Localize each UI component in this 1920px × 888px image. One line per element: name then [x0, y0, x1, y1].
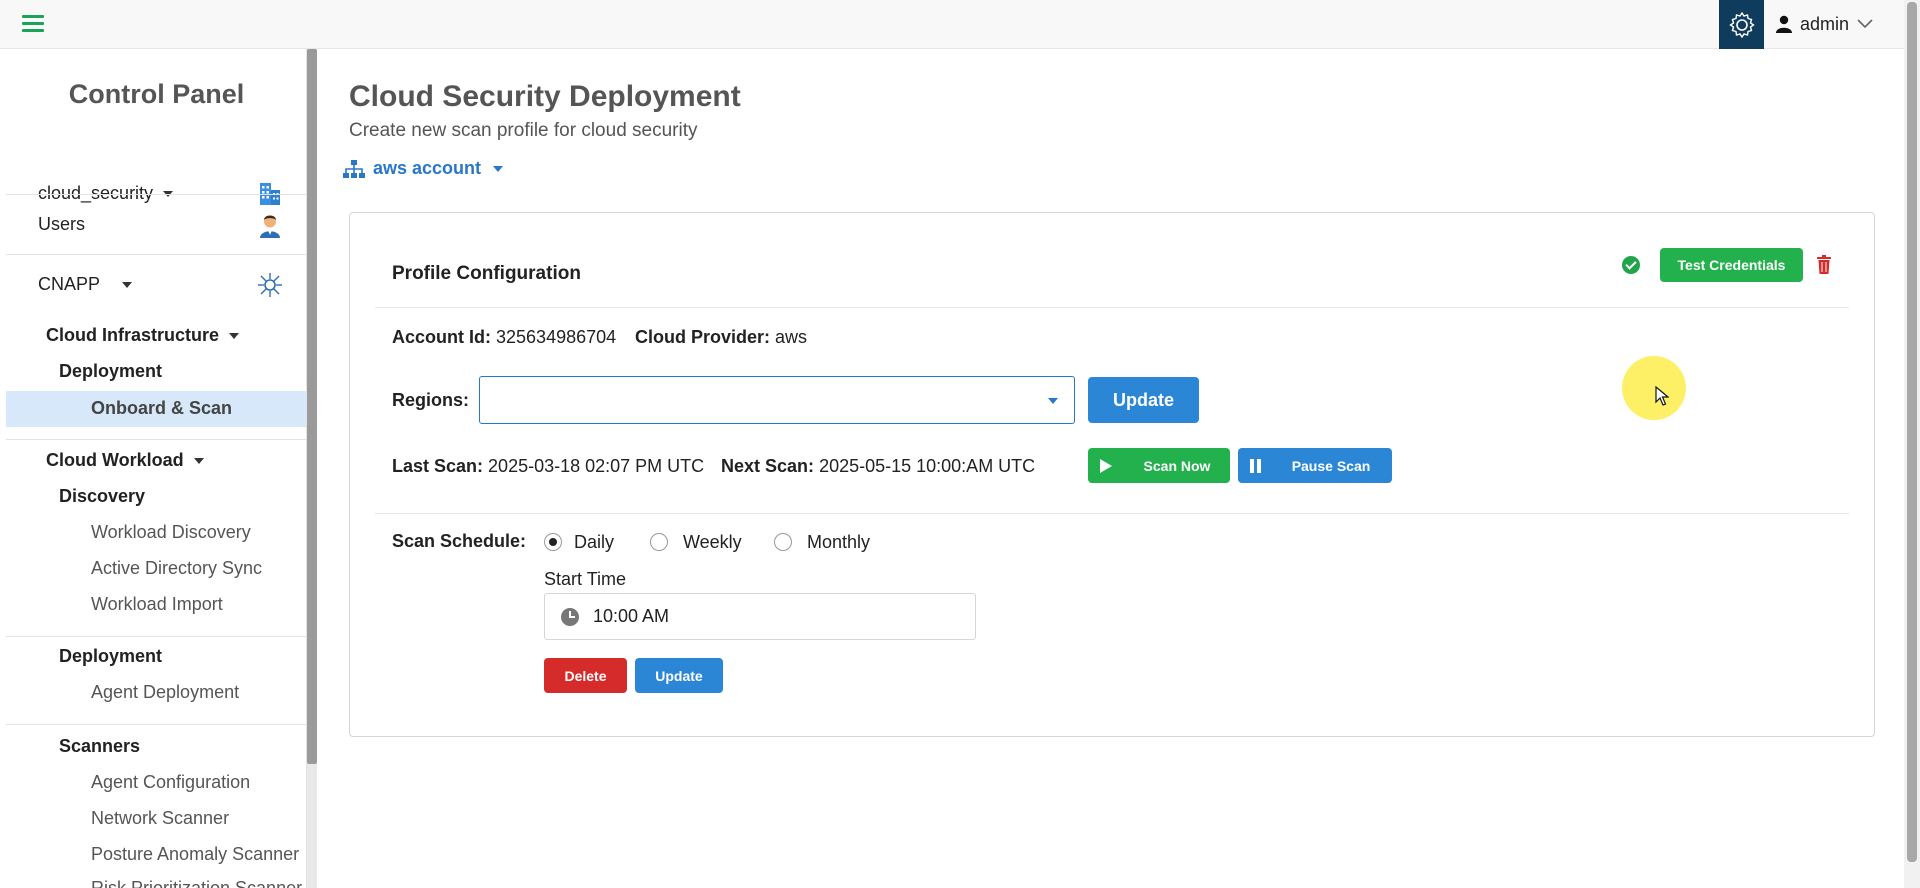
- next-scan-value: 2025-05-15 10:00:AM UTC: [819, 456, 1036, 476]
- cnapp-hub-icon: [258, 273, 282, 297]
- nav-group-label: Cloud Workload: [46, 450, 184, 470]
- nav-section-deployment: Deployment: [59, 361, 163, 381]
- page-title: Cloud Security Deployment: [349, 80, 741, 113]
- sidebar-item-label: Users: [38, 214, 86, 234]
- page-subtitle: Create new scan profile for cloud securi…: [349, 120, 698, 141]
- caret-down-icon: [193, 458, 204, 465]
- schedule-delete-button[interactable]: Delete: [544, 658, 627, 693]
- radio-daily-label: Daily: [574, 532, 615, 552]
- top-bar: admin: [0, 0, 1904, 49]
- caret-down-icon: [493, 165, 504, 172]
- nav-group-cloud-workload[interactable]: Cloud Workload: [46, 450, 204, 471]
- profile-configuration-title: Profile Configuration: [392, 263, 581, 284]
- next-scan-info: Next Scan: 2025-05-15 10:00:AM UTC: [721, 456, 1035, 477]
- nav-group-cloud-infrastructure[interactable]: Cloud Infrastructure: [46, 325, 240, 346]
- sidebar-title: Control Panel: [68, 79, 245, 109]
- divider: [6, 636, 306, 637]
- gear-icon: [1728, 11, 1755, 38]
- sidebar: Control Panel cloud_security Users CNAPP…: [6, 49, 307, 888]
- account-info: Account Id: 325634986704: [392, 327, 616, 348]
- radio-weekly[interactable]: [650, 533, 668, 551]
- chevron-down-icon: [1857, 19, 1873, 29]
- nav-item-workload-import[interactable]: Workload Import: [91, 594, 223, 615]
- radio-weekly-label: Weekly: [683, 532, 742, 552]
- scan-now-label: Scan Now: [1143, 457, 1211, 474]
- radio-daily[interactable]: [544, 533, 562, 551]
- settings-button[interactable]: [1719, 0, 1764, 49]
- user-menu[interactable]: admin: [1776, 12, 1873, 36]
- user-avatar-icon: [260, 215, 280, 238]
- sidebar-item-cnapp[interactable]: CNAPP: [6, 255, 306, 314]
- caret-down-icon: [229, 333, 240, 340]
- cursor-highlight: [1622, 356, 1686, 420]
- hamburger-icon[interactable]: [22, 15, 44, 33]
- page-scrollbar-thumb[interactable]: [1907, 2, 1917, 862]
- mouse-pointer-icon: [1655, 386, 1669, 406]
- nav-section-deployment: Deployment: [59, 646, 163, 666]
- regions-label: Regions:: [392, 390, 470, 410]
- pause-scan-label: Pause Scan: [1291, 457, 1371, 474]
- start-time-input[interactable]: 10:00 AM: [544, 593, 976, 640]
- account-selector-label: aws account: [373, 158, 482, 178]
- cloud-provider-value: aws: [775, 327, 808, 347]
- pause-icon: [1250, 459, 1261, 473]
- account-selector[interactable]: aws account: [343, 158, 504, 179]
- divider: [6, 724, 306, 725]
- user-name: admin: [1800, 13, 1850, 34]
- nav-group-label: Cloud Infrastructure: [46, 325, 220, 345]
- next-scan-label: Next Scan:: [721, 456, 815, 476]
- nav-section-scanners: Scanners: [59, 736, 141, 756]
- play-icon: [1100, 459, 1112, 473]
- nav-item-agent-configuration[interactable]: Agent Configuration: [91, 772, 250, 793]
- cloud-provider-info: Cloud Provider: aws: [635, 327, 807, 348]
- clock-icon: [561, 608, 579, 626]
- divider: [6, 439, 306, 440]
- nav-item-risk-prioritization-scanner[interactable]: Risk Prioritization Scanner: [91, 878, 302, 888]
- nav-item-ad-sync[interactable]: Active Directory Sync: [91, 558, 262, 579]
- sidebar-scrollbar-thumb[interactable]: [307, 49, 317, 764]
- sidebar-item-users[interactable]: Users: [6, 195, 306, 254]
- nav-item-network-scanner[interactable]: Network Scanner: [91, 808, 229, 829]
- trash-icon[interactable]: [1816, 255, 1832, 274]
- nav-section-discovery: Discovery: [59, 486, 146, 506]
- radio-monthly[interactable]: [774, 533, 792, 551]
- schedule-update-button[interactable]: Update: [635, 658, 723, 693]
- profile-configuration-card: Profile Configuration Test Credentials A…: [349, 212, 1875, 737]
- cloud-provider-label: Cloud Provider:: [635, 327, 771, 347]
- user-icon: [1776, 15, 1792, 33]
- last-scan-label: Last Scan:: [392, 456, 484, 476]
- sidebar-item-label: CNAPP: [38, 274, 101, 294]
- check-circle-icon: [1622, 256, 1640, 274]
- nav-item-posture-anomaly-scanner[interactable]: Posture Anomaly Scanner: [91, 844, 299, 865]
- nav-item-agent-deployment[interactable]: Agent Deployment: [91, 682, 239, 703]
- test-credentials-button[interactable]: Test Credentials: [1660, 248, 1803, 282]
- divider: [375, 513, 1849, 514]
- start-time-label: Start Time: [544, 569, 627, 589]
- nav-item-workload-discovery[interactable]: Workload Discovery: [91, 522, 251, 543]
- sitemap-icon: [343, 159, 365, 178]
- last-scan-value: 2025-03-18 02:07 PM UTC: [488, 456, 705, 476]
- regions-select[interactable]: [479, 376, 1075, 424]
- radio-monthly-label: Monthly: [807, 532, 871, 552]
- pause-scan-button[interactable]: Pause Scan: [1238, 448, 1392, 483]
- account-id-value: 325634986704: [496, 327, 617, 347]
- last-scan-info: Last Scan: 2025-03-18 02:07 PM UTC: [392, 456, 704, 477]
- divider: [375, 307, 1849, 308]
- scan-schedule-label: Scan Schedule:: [392, 531, 527, 551]
- start-time-value: 10:00 AM: [593, 606, 670, 626]
- account-id-label: Account Id:: [392, 327, 491, 347]
- regions-update-button[interactable]: Update: [1088, 377, 1199, 423]
- caret-down-icon: [122, 281, 133, 288]
- caret-down-icon: [1048, 398, 1058, 404]
- scan-now-button[interactable]: Scan Now: [1088, 448, 1230, 483]
- nav-item-onboard-scan[interactable]: Onboard & Scan: [91, 398, 232, 419]
